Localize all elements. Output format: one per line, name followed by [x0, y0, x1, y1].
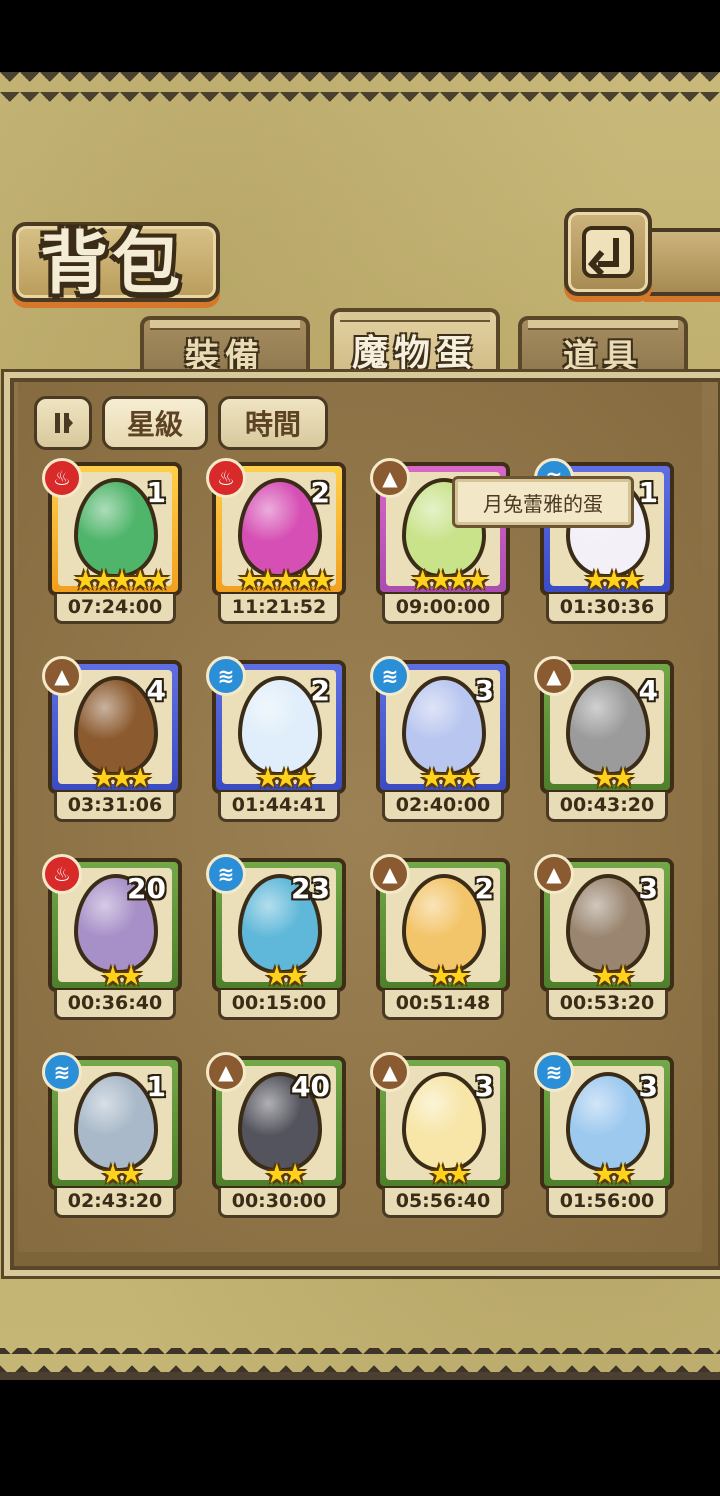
hatch-timer: 00:51:48 — [382, 990, 504, 1020]
system-bottom-bar — [0, 1380, 720, 1496]
star-rating: ★★ — [264, 1159, 307, 1190]
egg-count: 2 — [310, 476, 330, 509]
egg-count: 1 — [146, 1070, 166, 1103]
egg-card[interactable]: 4 ★★★ ▲ 03:31:06 — [42, 656, 182, 828]
game-screen: 背包 裝備 魔物蛋 道具 星級 時間 1 ★★★★★ ♨ 07:24:00 2 ★★★★★… — [0, 0, 720, 1496]
tab-cap — [150, 320, 300, 330]
egg-count: 2 — [310, 674, 330, 707]
earth-element-icon: ▲ — [370, 1052, 410, 1092]
tab-equipment-label: 裝備 — [185, 336, 265, 377]
hatch-timer: 02:43:20 — [54, 1188, 176, 1218]
star-rating: ★★★ — [255, 763, 317, 794]
water-element-icon: ≋ — [206, 656, 246, 696]
egg-count: 3 — [638, 1070, 658, 1103]
star-rating: ★★ — [100, 1159, 143, 1190]
star-rating: ★★★★★ — [237, 565, 334, 596]
egg-card[interactable]: 3 ★★ ▲ 05:56:40 — [370, 1052, 510, 1224]
egg-count: 1 — [638, 476, 658, 509]
star-rating: ★★★ — [419, 763, 481, 794]
torn-edge-top — [0, 72, 720, 102]
egg-card[interactable]: 3 ★★★ ≋ 02:40:00 — [370, 656, 510, 828]
egg-card[interactable]: 3 ★★ ≋ 01:56:00 — [534, 1052, 674, 1224]
egg-count: 20 — [127, 872, 166, 905]
pause-sort-icon — [55, 413, 73, 433]
sort-by-time-label: 時間 — [244, 408, 301, 441]
egg-card[interactable]: 20 ★★ ♨ 00:36:40 — [42, 854, 182, 1026]
water-element-icon: ≋ — [370, 656, 410, 696]
fire-element-icon: ♨ — [42, 854, 82, 894]
star-rating: ★★ — [428, 961, 471, 992]
egg-card[interactable]: 2 ★★★ ≋ 01:44:41 — [206, 656, 346, 828]
star-rating: ★★★ — [583, 565, 645, 596]
sort-toggle-button[interactable] — [34, 396, 92, 450]
fire-element-icon: ♨ — [42, 458, 82, 498]
star-rating: ★★ — [592, 961, 635, 992]
hatch-timer: 05:56:40 — [382, 1188, 504, 1218]
tab-cap — [528, 320, 678, 330]
hatch-timer: 01:30:36 — [546, 594, 668, 624]
hatch-timer: 01:56:00 — [546, 1188, 668, 1218]
return-arrow-icon — [582, 226, 634, 278]
egg-count: 40 — [291, 1070, 330, 1103]
hatch-timer: 00:43:20 — [546, 792, 668, 822]
earth-element-icon: ▲ — [206, 1052, 246, 1092]
back-button[interactable] — [564, 208, 652, 296]
egg-count: 4 — [638, 674, 658, 707]
fire-element-icon: ♨ — [206, 458, 246, 498]
star-rating: ★★ — [592, 763, 635, 794]
hatch-timer: 11:21:52 — [218, 594, 340, 624]
tab-cap — [340, 312, 490, 322]
water-element-icon: ≋ — [42, 1052, 82, 1092]
sort-by-star-button[interactable]: 星級 — [102, 396, 208, 450]
egg-card[interactable]: 2 ★★★★★ ♨ 11:21:52 — [206, 458, 346, 630]
tab-monster-egg-label: 魔物蛋 — [351, 333, 478, 374]
hatch-timer: 00:30:00 — [218, 1188, 340, 1218]
egg-card[interactable]: 1 ★★ ≋ 02:43:20 — [42, 1052, 182, 1224]
star-rating: ★★ — [428, 1159, 471, 1190]
egg-card[interactable]: 3 ★★ ▲ 00:53:20 — [534, 854, 674, 1026]
star-rating: ★★ — [100, 961, 143, 992]
back-bar — [644, 228, 720, 296]
hatch-timer: 02:40:00 — [382, 792, 504, 822]
sort-by-star-label: 星級 — [126, 408, 183, 441]
hatch-timer: 03:31:06 — [54, 792, 176, 822]
star-rating: ★★★★ — [410, 565, 490, 596]
egg-count: 4 — [146, 674, 166, 707]
star-rating: ★★★ — [91, 763, 153, 794]
star-rating: ★★★★★ — [73, 565, 170, 596]
egg-count: 23 — [291, 872, 330, 905]
hatch-timer: 00:53:20 — [546, 990, 668, 1020]
earth-element-icon: ▲ — [370, 458, 410, 498]
egg-count: 3 — [474, 674, 494, 707]
water-element-icon: ≋ — [534, 1052, 574, 1092]
egg-name-tooltip: 月兔蕾雅的蛋 — [452, 476, 634, 528]
star-rating: ★★ — [264, 961, 307, 992]
egg-card[interactable]: 4 ★★ ▲ 00:43:20 — [534, 656, 674, 828]
earth-element-icon: ▲ — [534, 656, 574, 696]
star-rating: ★★ — [592, 1159, 635, 1190]
egg-count: 3 — [474, 1070, 494, 1103]
hatch-timer: 01:44:41 — [218, 792, 340, 822]
page-title: 背包 — [40, 224, 185, 304]
hatch-timer: 07:24:00 — [54, 594, 176, 624]
hatch-timer: 00:36:40 — [54, 990, 176, 1020]
earth-element-icon: ▲ — [534, 854, 574, 894]
earth-element-icon: ▲ — [42, 656, 82, 696]
egg-card[interactable]: 23 ★★ ≋ 00:15:00 — [206, 854, 346, 1026]
egg-count: 3 — [638, 872, 658, 905]
egg-count: 1 — [146, 476, 166, 509]
egg-card[interactable]: 2 ★★ ▲ 00:51:48 — [370, 854, 510, 1026]
egg-card[interactable]: 40 ★★ ▲ 00:30:00 — [206, 1052, 346, 1224]
sort-by-time-button[interactable]: 時間 — [218, 396, 328, 450]
egg-card[interactable]: 1 ★★★★★ ♨ 07:24:00 — [42, 458, 182, 630]
water-element-icon: ≋ — [206, 854, 246, 894]
tab-items-label: 道具 — [563, 336, 643, 377]
hatch-timer: 00:15:00 — [218, 990, 340, 1020]
hatch-timer: 09:00:00 — [382, 594, 504, 624]
egg-count: 2 — [474, 872, 494, 905]
earth-element-icon: ▲ — [370, 854, 410, 894]
